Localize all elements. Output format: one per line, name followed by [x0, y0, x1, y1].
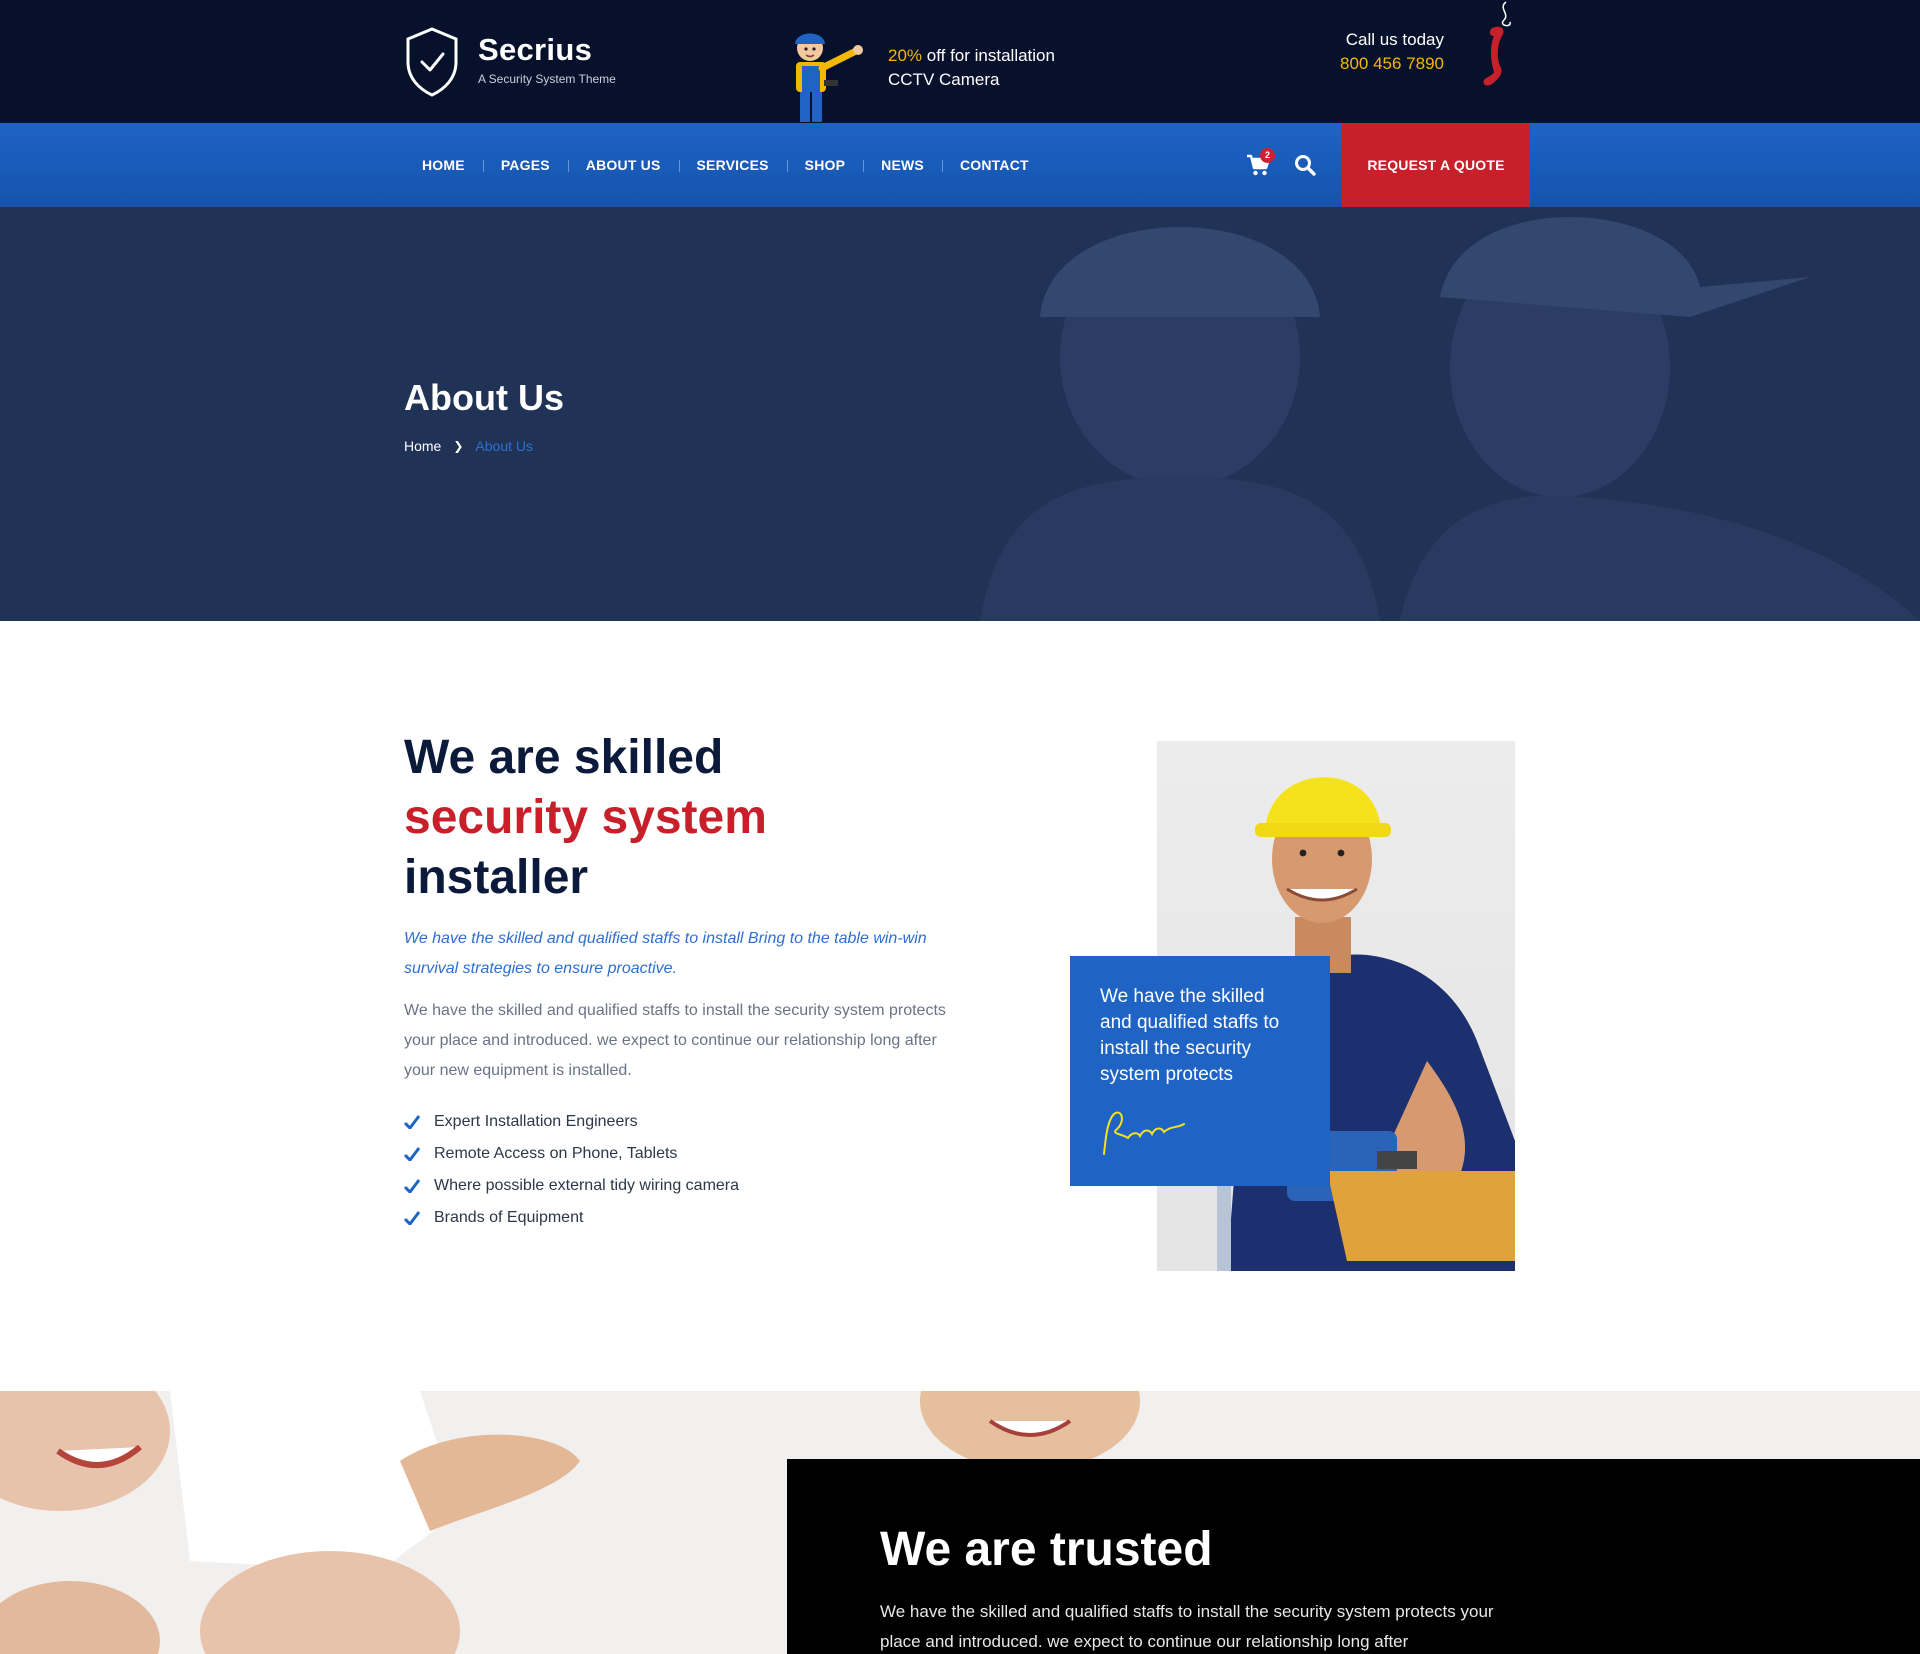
- about-heading-line-2: security system: [404, 791, 767, 844]
- cart-button[interactable]: 2: [1246, 148, 1275, 177]
- feature-label: Expert Installation Engineers: [434, 1113, 638, 1130]
- signature-image: [1103, 1111, 1185, 1155]
- feature-label: Brands of Equipment: [434, 1209, 584, 1226]
- nav-item-shop[interactable]: SHOP: [786, 157, 863, 173]
- page-hero: About Us Home ❯ About Us: [0, 207, 1920, 621]
- nav-menu: HOME PAGES ABOUT US SERVICES SHOP NEWS C…: [404, 123, 1047, 207]
- quote-card-text: We have the skilled and qualified staffs…: [1100, 986, 1280, 1085]
- phone-icon: [1483, 1, 1511, 86]
- call-label: Call us today: [1345, 30, 1444, 49]
- brand-tagline: A Security System Theme: [478, 72, 616, 86]
- about-lead-text: We have the skilled and qualified staffs…: [404, 930, 927, 977]
- nav-item-about-us[interactable]: ABOUT US: [567, 157, 679, 173]
- shield-check-icon: [406, 27, 458, 97]
- trusted-title: We are trusted: [880, 1523, 1213, 1576]
- quote-card: We have the skilled and qualified staffs…: [1070, 956, 1330, 1186]
- breadcrumb-home[interactable]: Home: [404, 438, 441, 454]
- breadcrumb: Home ❯ About Us: [404, 438, 533, 454]
- call-block: Call us today 800 456 7890: [1340, 30, 1444, 74]
- list-item: Remote Access on Phone, Tablets: [404, 1138, 739, 1170]
- promo-banner: 20% off for installation CCTV Camera: [780, 22, 1055, 124]
- request-quote-button[interactable]: REQUEST A QUOTE: [1342, 123, 1530, 207]
- phone-number[interactable]: 800 456 7890: [1340, 54, 1444, 74]
- check-icon: [404, 1179, 420, 1193]
- site-logo[interactable]: Secrius A Security System Theme: [404, 26, 616, 98]
- chevron-right-icon: ❯: [453, 439, 464, 453]
- page-title: About Us: [404, 377, 564, 418]
- about-heading-line-3: installer: [404, 851, 589, 904]
- about-heading-line-1: We are skilled: [404, 731, 724, 784]
- about-heading: We are skilled security system installer: [404, 728, 767, 908]
- promo-line-1-text: off for installation: [922, 46, 1055, 65]
- list-item: Brands of Equipment: [404, 1202, 739, 1234]
- hero-background-image: [0, 207, 1920, 621]
- feature-label: Remote Access on Phone, Tablets: [434, 1145, 678, 1162]
- check-icon: [404, 1147, 420, 1161]
- brand-name: Secrius: [478, 32, 593, 67]
- cart-count-badge: 2: [1260, 148, 1275, 163]
- promo-line-1: 20% off for installation: [888, 44, 1055, 68]
- worker-mascot-icon: [795, 33, 863, 122]
- logo-text: Secrius A Security System Theme: [478, 32, 616, 86]
- breadcrumb-current: About Us: [475, 438, 534, 454]
- feature-list: Expert Installation Engineers Remote Acc…: [404, 1106, 739, 1234]
- nav-item-news[interactable]: NEWS: [863, 157, 942, 173]
- top-bar: Secrius A Security System Theme 20% off …: [0, 0, 1920, 123]
- nav-item-services[interactable]: SERVICES: [678, 157, 787, 173]
- about-body-text: We have the skilled and qualified staffs…: [404, 1002, 946, 1079]
- promo-discount: 20%: [888, 46, 923, 65]
- main-nav: HOME PAGES ABOUT US SERVICES SHOP NEWS C…: [0, 123, 1920, 207]
- search-icon[interactable]: [1294, 154, 1316, 176]
- trusted-body: We have the skilled and qualified staffs…: [880, 1602, 1494, 1651]
- promo-line-2: CCTV Camera: [888, 70, 1000, 89]
- feature-label: Where possible external tidy wiring came…: [434, 1177, 740, 1194]
- check-icon: [404, 1115, 420, 1129]
- nav-item-home[interactable]: HOME: [404, 157, 483, 173]
- promo-text: 20% off for installation CCTV Camera: [888, 44, 1055, 92]
- list-item: Where possible external tidy wiring came…: [404, 1170, 739, 1202]
- check-icon: [404, 1211, 420, 1225]
- nav-item-pages[interactable]: PAGES: [482, 157, 568, 173]
- list-item: Expert Installation Engineers: [404, 1106, 739, 1138]
- nav-item-contact[interactable]: CONTACT: [941, 157, 1047, 173]
